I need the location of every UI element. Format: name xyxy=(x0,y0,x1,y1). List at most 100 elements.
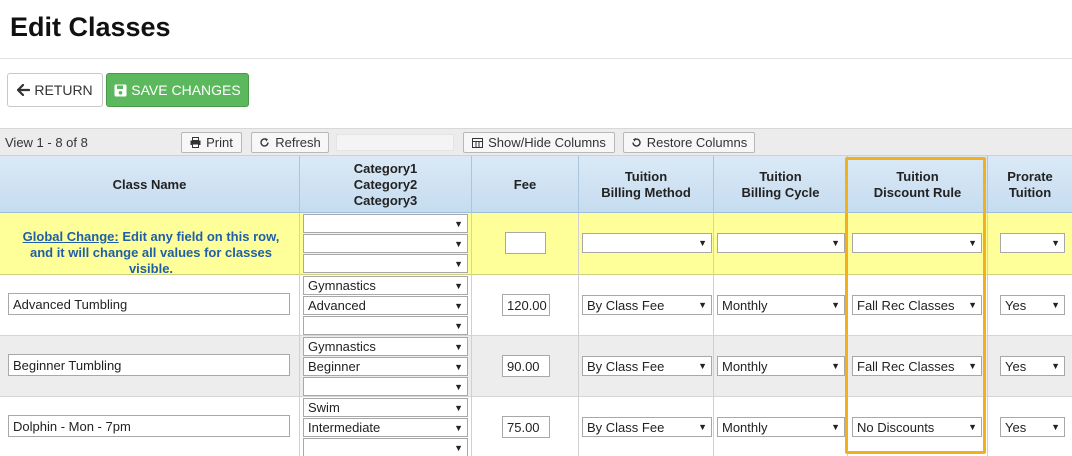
header-prorate-line1: Prorate xyxy=(1007,169,1053,184)
caret-down-icon: ▼ xyxy=(454,382,463,392)
refresh-button[interactable]: Refresh xyxy=(251,132,329,153)
prorate-select[interactable]: Yes ▼ xyxy=(1000,417,1065,437)
columns-icon xyxy=(472,137,484,148)
discount-rule-value: No Discounts xyxy=(857,419,935,435)
category3-select[interactable]: ▼ xyxy=(303,316,468,335)
prorate-select[interactable]: Yes ▼ xyxy=(1000,295,1065,315)
column-divider xyxy=(987,213,988,456)
refresh-icon xyxy=(259,137,270,148)
header-billing-method[interactable]: Tuition Billing Method xyxy=(579,156,714,213)
prorate-select[interactable]: Yes ▼ xyxy=(1000,356,1065,376)
global-billing-cycle-select[interactable]: ▼ xyxy=(717,233,845,253)
printer-icon xyxy=(190,137,201,148)
category1-select[interactable]: Gymnastics ▼ xyxy=(303,276,468,295)
table-row: Dolphin - Mon - 7pm Swim ▼ Intermediate ▼ … xyxy=(0,397,1072,456)
category3-select[interactable]: ▼ xyxy=(303,438,468,456)
header-category2-label: Category2 xyxy=(353,177,418,192)
billing-method-select[interactable]: By Class Fee ▼ xyxy=(582,417,712,437)
classes-grid: Class Name Category1 Category2 Category3… xyxy=(0,156,1072,456)
global-category3-select[interactable]: ▼ xyxy=(303,254,468,273)
caret-down-icon: ▼ xyxy=(454,259,463,269)
global-category2-select[interactable]: ▼ xyxy=(303,234,468,253)
category2-value: Beginner xyxy=(308,359,361,374)
global-category1-select[interactable]: ▼ xyxy=(303,214,468,233)
global-change-row: Global Change: Edit any field on this ro… xyxy=(0,213,1072,276)
header-prorate[interactable]: Prorate Tuition xyxy=(988,156,1072,213)
caret-down-icon: ▼ xyxy=(1051,300,1060,310)
fee-input[interactable]: 90.00 xyxy=(502,355,550,377)
global-billing-method-select[interactable]: ▼ xyxy=(582,233,712,253)
global-change-desc1: Edit any field on this row, xyxy=(118,229,280,244)
billing-method-value: By Class Fee xyxy=(587,358,665,374)
category1-select[interactable]: Swim ▼ xyxy=(303,398,468,417)
caret-down-icon: ▼ xyxy=(1051,422,1060,432)
category2-select[interactable]: Advanced ▼ xyxy=(303,296,468,315)
class-name-input[interactable]: Advanced Tumbling xyxy=(8,293,290,315)
class-name-input[interactable]: Beginner Tumbling xyxy=(8,354,290,376)
header-class-name[interactable]: Class Name xyxy=(0,156,300,213)
caret-down-icon: ▼ xyxy=(454,342,463,352)
print-button[interactable]: Print xyxy=(181,132,242,153)
caret-down-icon: ▼ xyxy=(831,238,840,248)
page-title: Edit Classes xyxy=(10,12,171,42)
discount-rule-select[interactable]: Fall Rec Classes ▼ xyxy=(852,295,982,315)
caret-down-icon: ▼ xyxy=(968,422,977,432)
header-category3-label: Category3 xyxy=(353,193,418,208)
header-billing-cycle[interactable]: Tuition Billing Cycle xyxy=(714,156,848,213)
refresh-label: Refresh xyxy=(275,135,321,150)
fee-input[interactable]: 120.00 xyxy=(502,294,550,316)
discount-rule-select[interactable]: No Discounts ▼ xyxy=(852,417,982,437)
grid-toolbar: View 1 - 8 of 8 Print Refresh Show/Hide … xyxy=(0,128,1072,156)
show-hide-columns-button[interactable]: Show/Hide Columns xyxy=(463,132,615,153)
billing-cycle-value: Monthly xyxy=(722,419,768,435)
arrow-left-icon xyxy=(17,84,31,96)
billing-method-select[interactable]: By Class Fee ▼ xyxy=(582,356,712,376)
category3-select[interactable]: ▼ xyxy=(303,377,468,396)
header-category[interactable]: Category1 Category2 Category3 xyxy=(300,156,472,213)
return-label: RETURN xyxy=(34,82,93,98)
header-category1-label: Category1 xyxy=(353,161,418,176)
caret-down-icon: ▼ xyxy=(968,300,977,310)
save-changes-button[interactable]: SAVE CHANGES xyxy=(106,73,249,107)
header-billing-method-line2: Billing Method xyxy=(601,185,691,200)
restore-columns-button[interactable]: Restore Columns xyxy=(623,132,755,153)
discount-rule-select[interactable]: Fall Rec Classes ▼ xyxy=(852,356,982,376)
return-button[interactable]: RETURN xyxy=(7,73,103,107)
billing-cycle-value: Monthly xyxy=(722,297,768,313)
billing-cycle-select[interactable]: Monthly ▼ xyxy=(717,295,845,315)
caret-down-icon: ▼ xyxy=(698,361,707,371)
billing-cycle-select[interactable]: Monthly ▼ xyxy=(717,417,845,437)
caret-down-icon: ▼ xyxy=(831,361,840,371)
billing-cycle-select[interactable]: Monthly ▼ xyxy=(717,356,845,376)
global-fee-input[interactable] xyxy=(505,232,546,254)
category2-value: Advanced xyxy=(308,298,366,313)
header-discount-rule-line1: Tuition xyxy=(896,169,939,184)
header-discount-rule[interactable]: Tuition Discount Rule xyxy=(848,156,988,213)
caret-down-icon: ▼ xyxy=(454,219,463,229)
caret-down-icon: ▼ xyxy=(454,239,463,249)
header-fee[interactable]: Fee xyxy=(472,156,579,213)
caret-down-icon: ▼ xyxy=(698,422,707,432)
caret-down-icon: ▼ xyxy=(454,423,463,433)
table-row: Advanced Tumbling Gymnastics ▼ Advanced ▼ … xyxy=(0,275,1072,336)
header-prorate-line2: Tuition xyxy=(1008,185,1052,200)
class-name-input[interactable]: Dolphin - Mon - 7pm xyxy=(8,415,290,437)
global-change-desc2: and it will change all values for classe… xyxy=(29,245,273,276)
category2-select[interactable]: Beginner ▼ xyxy=(303,357,468,376)
billing-method-select[interactable]: By Class Fee ▼ xyxy=(582,295,712,315)
prorate-value: Yes xyxy=(1005,297,1027,313)
caret-down-icon: ▼ xyxy=(454,281,463,291)
category1-value: Gymnastics xyxy=(308,339,376,354)
header-billing-cycle-line1: Tuition xyxy=(759,169,802,184)
global-change-link[interactable]: Global Change: xyxy=(23,229,119,244)
caret-down-icon: ▼ xyxy=(831,300,840,310)
header-billing-method-line1: Tuition xyxy=(624,169,668,184)
global-prorate-select[interactable]: ▼ xyxy=(1000,233,1065,253)
category1-select[interactable]: Gymnastics ▼ xyxy=(303,337,468,356)
save-changes-label: SAVE CHANGES xyxy=(131,82,241,98)
caret-down-icon: ▼ xyxy=(454,301,463,311)
fee-input[interactable]: 75.00 xyxy=(502,416,550,438)
caret-down-icon: ▼ xyxy=(454,362,463,372)
global-discount-rule-select[interactable]: ▼ xyxy=(852,233,982,253)
category2-select[interactable]: Intermediate ▼ xyxy=(303,418,468,437)
